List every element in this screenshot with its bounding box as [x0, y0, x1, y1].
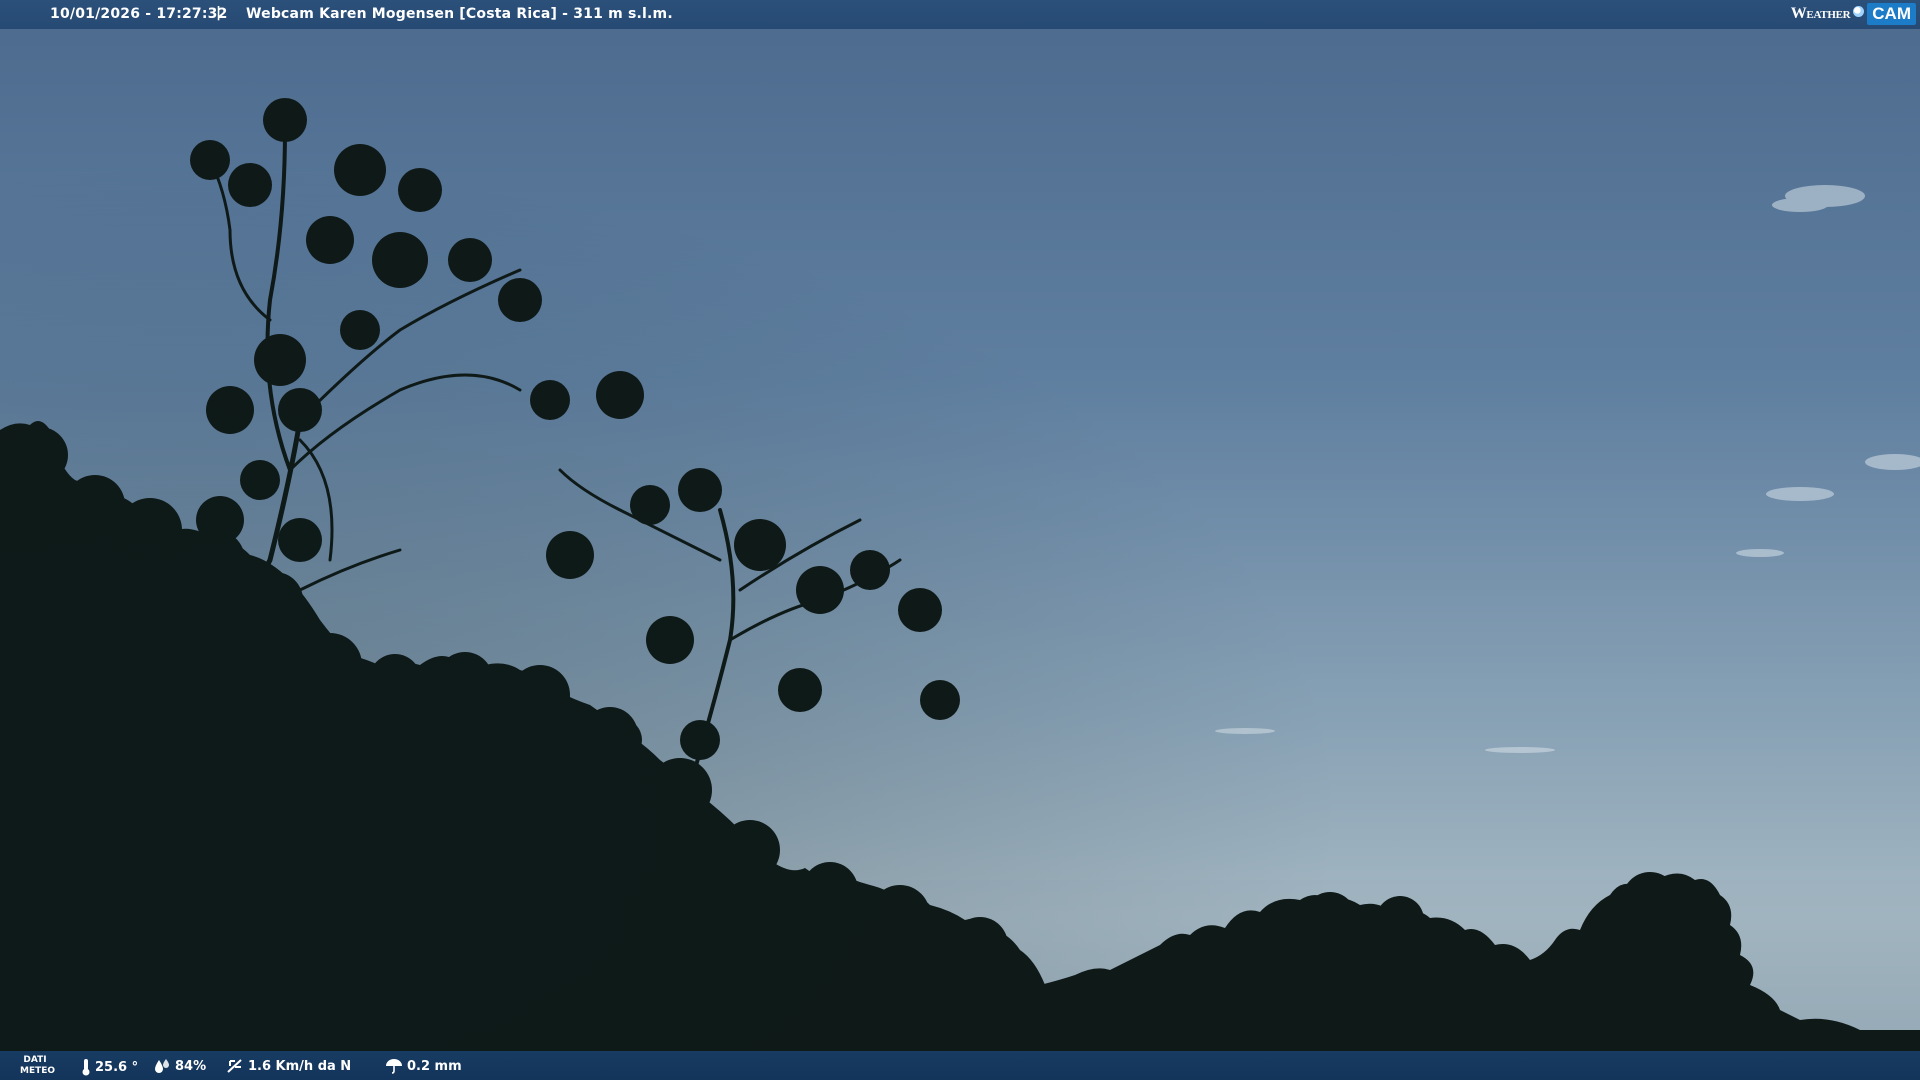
- rain-value: 0.2 mm: [407, 1058, 462, 1074]
- rain-readout: 0.2 mm: [385, 1058, 462, 1074]
- wind-arrow-icon: [227, 1059, 242, 1073]
- weathercam-logo: Weather CAM: [1791, 2, 1916, 26]
- logo-prefix: Weather: [1790, 5, 1851, 22]
- temperature-readout: 25.6 °: [81, 1058, 138, 1076]
- logo-dot-icon: [1853, 5, 1865, 17]
- temperature-value: 25.6 °: [95, 1059, 139, 1075]
- webcam-image: [0, 0, 1920, 1080]
- umbrella-icon: [386, 1059, 402, 1074]
- weather-data-bar: DATI METEO 25.6 ° 84% 1.6 Km/h da N 0.2 …: [0, 1051, 1920, 1080]
- webcam-title: Webcam Karen Mogensen [Costa Rica] - 311…: [246, 6, 673, 22]
- timestamp: 10/01/2026 - 17:27:32: [50, 6, 228, 22]
- humidity-readout: 84%: [153, 1058, 206, 1074]
- caption-bar: 10/01/2026 - 17:27:32 | Webcam Karen Mog…: [0, 0, 1920, 29]
- thermometer-icon: [82, 1059, 90, 1076]
- humidity-drops-icon: [155, 1059, 169, 1073]
- logo-suffix: CAM: [1867, 3, 1916, 25]
- separator: |: [216, 5, 222, 21]
- weather-data-label: DATI METEO: [20, 1055, 56, 1076]
- humidity-value: 84%: [175, 1058, 207, 1074]
- wind-readout: 1.6 Km/h da N: [226, 1058, 351, 1074]
- wind-value: 1.6 Km/h da N: [248, 1058, 352, 1074]
